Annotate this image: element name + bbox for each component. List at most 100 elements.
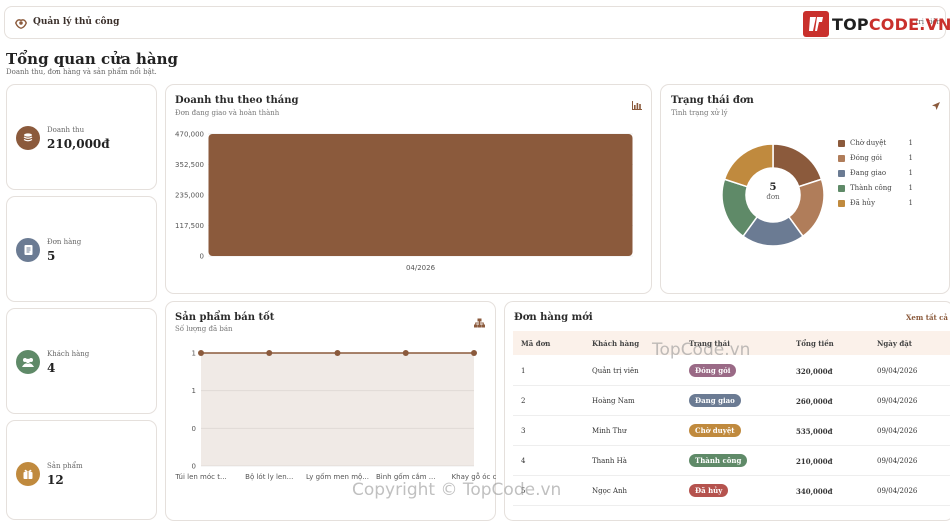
y-tick-label: 0: [192, 463, 196, 471]
order-total: 320,000đ: [796, 367, 833, 376]
stat-card-products: Sản phẩm 12: [6, 420, 157, 520]
legend-item[interactable]: Thành công 1: [838, 184, 913, 192]
order-id: 2: [521, 397, 526, 405]
legend-label: Chờ duyệt: [850, 139, 887, 147]
receipt-icon: [16, 238, 40, 262]
y-tick-label: 0: [200, 253, 204, 261]
order-total: 535,000đ: [796, 427, 833, 436]
view-all-link[interactable]: Xem tất cả: [906, 313, 948, 322]
donut-slice: [723, 143, 774, 188]
order-customer: Minh Thư: [592, 427, 627, 435]
order-date: 09/04/2026: [877, 457, 918, 465]
col-order-id[interactable]: Mã đơn: [521, 339, 550, 348]
data-point: [334, 350, 341, 356]
stat-card-orders: Đơn hàng 5: [6, 196, 157, 302]
legend-swatch: [838, 199, 845, 207]
y-tick-label: 0: [192, 425, 196, 433]
area-fill: [201, 353, 474, 466]
send-icon[interactable]: [931, 101, 941, 111]
y-tick-label: 470,000: [175, 131, 204, 139]
donut-slice: [772, 143, 823, 188]
status-badge: Đóng gói: [689, 364, 737, 377]
order-id: 3: [521, 427, 526, 435]
logo-mark-icon: [803, 11, 829, 37]
gift-icon: [16, 462, 40, 486]
data-point: [402, 350, 409, 356]
y-tick-label: 235,000: [175, 192, 204, 200]
y-tick-label: 1: [192, 387, 196, 395]
legend-count: 1: [908, 169, 913, 177]
stat-value: 12: [47, 473, 64, 487]
order-id: 1: [521, 367, 526, 375]
orders-title: Đơn hàng mới: [514, 312, 593, 323]
legend-swatch: [838, 139, 845, 147]
coins-icon: [16, 126, 40, 150]
status-subtitle: Tình trạng xử lý: [671, 109, 728, 117]
stat-value: 5: [47, 249, 56, 263]
order-date: 09/04/2026: [877, 397, 918, 405]
stat-value: 4: [47, 361, 56, 375]
legend-label: Thành công: [850, 184, 892, 192]
data-point: [266, 350, 273, 356]
legend-swatch: [838, 169, 845, 177]
handcraft-icon: [14, 19, 28, 29]
y-tick-label: 1: [192, 350, 196, 358]
status-badge: Đã hủy: [689, 484, 729, 497]
legend-label: Đang giao: [850, 169, 887, 177]
stat-card-customers: Khách hàng 4: [6, 308, 157, 414]
legend-label: Đã hủy: [850, 199, 876, 207]
order-total: 260,000đ: [796, 397, 833, 406]
order-date: 09/04/2026: [877, 427, 918, 435]
order-id: 4: [521, 457, 526, 465]
legend-label: Đóng gói: [850, 154, 883, 162]
order-customer: Ngọc Anh: [592, 487, 628, 495]
legend-swatch: [838, 184, 845, 192]
stat-label: Doanh thu: [47, 126, 85, 134]
revenue-bar: [208, 134, 633, 256]
status-title: Trạng thái đơn: [671, 95, 754, 106]
order-customer: Hoàng Nam: [592, 397, 635, 405]
x-tick-label: 04/2026: [406, 264, 436, 272]
status-badge: Đang giao: [689, 394, 741, 407]
legend-item[interactable]: Chờ duyệt 1: [838, 139, 913, 147]
legend-count: 1: [908, 139, 913, 147]
watermark-copyright: Copyright © TopCode.vn: [352, 480, 562, 500]
donut-center-value: 5: [769, 182, 777, 193]
col-total[interactable]: Tổng tiền: [796, 339, 834, 348]
stat-label: Đơn hàng: [47, 238, 82, 246]
page-subtitle: Doanh thu, đơn hàng và sản phẩm nổi bật.: [6, 68, 157, 76]
stat-card-revenue: Doanh thu 210,000đ: [6, 84, 157, 190]
order-customer: Quản trị viên: [592, 367, 639, 375]
col-date[interactable]: Ngày đặt: [877, 339, 912, 348]
topcode-logo: TOPCODE.VN: [803, 11, 950, 37]
order-date: 09/04/2026: [877, 367, 918, 375]
donut-center-label: đơn: [766, 193, 780, 201]
watermark-center: TopCode.vn: [652, 340, 751, 360]
page-title: Tổng quan cửa hàng: [6, 50, 179, 68]
col-customer[interactable]: Khách hàng: [592, 339, 639, 348]
x-tick-label: Bộ lót ly len...: [245, 473, 293, 481]
stat-value: 210,000đ: [47, 137, 110, 151]
revenue-chart: 470,000 352,500 235,000 117,500 0 04/2026: [175, 131, 633, 272]
order-total: 340,000đ: [796, 487, 833, 496]
legend-count: 1: [908, 199, 913, 207]
donut-center: 5 đơn: [743, 182, 803, 201]
legend-item[interactable]: Đã hủy 1: [838, 199, 913, 207]
data-point: [471, 350, 477, 356]
users-icon: [16, 350, 40, 374]
status-badge: Thành công: [689, 454, 748, 467]
order-total: 210,000đ: [796, 457, 833, 466]
stat-label: Sản phẩm: [47, 462, 83, 470]
legend-swatch: [838, 154, 845, 162]
order-date: 09/04/2026: [877, 487, 918, 495]
legend-count: 1: [908, 154, 913, 162]
stat-label: Khách hàng: [47, 350, 90, 358]
logo-text: TOPCODE.VN: [832, 14, 950, 34]
app-name[interactable]: Quản lý thủ công: [33, 17, 119, 27]
x-tick-label: Túi len móc t...: [174, 473, 226, 481]
data-point: [198, 350, 204, 356]
legend-item[interactable]: Đóng gói 1: [838, 154, 913, 162]
order-customer: Thanh Hà: [592, 457, 627, 465]
legend-item[interactable]: Đang giao 1: [838, 169, 913, 177]
y-tick-label: 352,500: [175, 161, 204, 169]
